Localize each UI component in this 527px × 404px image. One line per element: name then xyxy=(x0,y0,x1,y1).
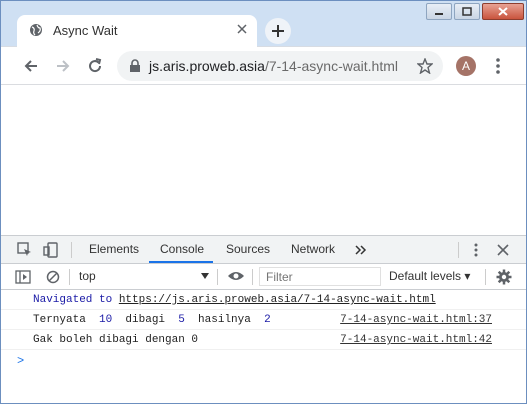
navigated-message: Navigated to https://js.aris.proweb.asia… xyxy=(33,294,436,306)
page-content xyxy=(1,85,526,235)
toolbar-divider xyxy=(71,242,72,258)
browser-window: Async Wait js.aris.proweb.asia/7-14-asyn… xyxy=(0,0,527,404)
minimize-button[interactable] xyxy=(426,3,452,20)
tab-title: Async Wait xyxy=(53,23,118,38)
new-tab-button[interactable] xyxy=(265,18,291,44)
eye-icon[interactable] xyxy=(227,270,245,282)
devtools-tab-bar: Elements Console Sources Network xyxy=(1,236,526,264)
url-text: js.aris.proweb.asia/7-14-async-wait.html xyxy=(149,58,398,74)
tab-sources[interactable]: Sources xyxy=(226,242,270,256)
forward-button[interactable] xyxy=(53,56,73,76)
log-text: Ternyata 10 dibagi 5 hasilnya 2 xyxy=(33,314,271,326)
console-toolbar: top Default levels ▾ xyxy=(1,264,526,290)
device-toolbar-icon[interactable] xyxy=(43,242,59,258)
active-tab-indicator xyxy=(149,261,213,263)
inspect-element-icon[interactable] xyxy=(17,242,33,258)
sidebar-toggle-icon[interactable] xyxy=(15,270,31,284)
log-word: dibagi xyxy=(125,314,166,326)
more-vert-icon[interactable] xyxy=(495,57,501,75)
gear-icon[interactable] xyxy=(496,269,512,285)
tab-strip: Async Wait xyxy=(1,1,526,47)
tab-console[interactable]: Console xyxy=(160,242,204,256)
browser-tab[interactable]: Async Wait xyxy=(17,15,257,47)
navigated-prefix: Navigated to xyxy=(33,294,119,306)
log-number: 2 xyxy=(264,314,271,326)
toolbar-divider xyxy=(458,242,459,258)
source-link[interactable]: 7-14-async-wait.html:42 xyxy=(340,334,492,346)
url-path: /7-14-async-wait.html xyxy=(264,58,398,74)
devtools-menu-icon[interactable] xyxy=(473,242,479,258)
console-output: Navigated to https://js.aris.proweb.asia… xyxy=(1,290,526,368)
reload-icon xyxy=(89,58,102,73)
toolbar-divider xyxy=(217,269,218,285)
lock-icon[interactable] xyxy=(129,59,141,73)
bookmark-star-icon[interactable] xyxy=(417,58,433,74)
reload-button[interactable] xyxy=(85,56,105,76)
clear-console-icon[interactable] xyxy=(46,270,60,284)
console-message-navigation: Navigated to https://js.aris.proweb.asia… xyxy=(1,290,526,310)
close-devtools-icon[interactable] xyxy=(497,244,509,256)
log-word: hasilnya xyxy=(198,314,251,326)
toolbar-divider xyxy=(69,269,70,285)
console-prompt[interactable]: > xyxy=(17,354,24,368)
window-controls xyxy=(424,3,524,20)
tab-network[interactable]: Network xyxy=(291,242,335,256)
browser-toolbar: js.aris.proweb.asia/7-14-async-wait.html… xyxy=(1,47,526,85)
console-message: Ternyata 10 dibagi 5 hasilnya 2 7-14-asy… xyxy=(1,310,526,330)
devtools-panel: Elements Console Sources Network top Def… xyxy=(1,235,526,403)
close-icon xyxy=(498,7,508,16)
navigated-url-link[interactable]: https://js.aris.proweb.asia/7-14-async-w… xyxy=(119,294,436,306)
toolbar-divider xyxy=(252,269,253,285)
tab-elements[interactable]: Elements xyxy=(89,242,139,256)
log-number: 10 xyxy=(99,314,113,326)
arrow-left-icon xyxy=(24,60,37,72)
arrow-right-icon xyxy=(57,60,70,72)
back-button[interactable] xyxy=(21,56,41,76)
maximize-button[interactable] xyxy=(454,3,480,20)
maximize-icon xyxy=(462,7,472,16)
log-word: Ternyata xyxy=(33,314,86,326)
globe-icon xyxy=(30,24,42,36)
log-text: Gak boleh dibagi dengan 0 xyxy=(33,334,199,346)
log-levels-dropdown[interactable]: Default levels ▾ xyxy=(389,269,470,283)
context-selector[interactable]: top xyxy=(79,269,96,283)
dropdown-arrow-icon[interactable] xyxy=(201,273,209,279)
minimize-icon xyxy=(435,12,443,15)
log-number: 5 xyxy=(178,314,185,326)
profile-avatar[interactable]: A xyxy=(456,56,476,76)
toolbar-divider xyxy=(485,269,486,285)
more-tabs-icon[interactable] xyxy=(355,245,367,255)
console-message: Gak boleh dibagi dengan 0 7-14-async-wai… xyxy=(1,330,526,350)
address-bar[interactable]: js.aris.proweb.asia/7-14-async-wait.html xyxy=(117,51,443,81)
url-host: js.aris.proweb.asia xyxy=(149,58,265,74)
filter-input[interactable] xyxy=(259,267,381,286)
tab-close-icon[interactable] xyxy=(237,24,247,34)
close-window-button[interactable] xyxy=(482,3,524,20)
plus-icon xyxy=(272,25,284,37)
source-link[interactable]: 7-14-async-wait.html:37 xyxy=(340,314,492,326)
